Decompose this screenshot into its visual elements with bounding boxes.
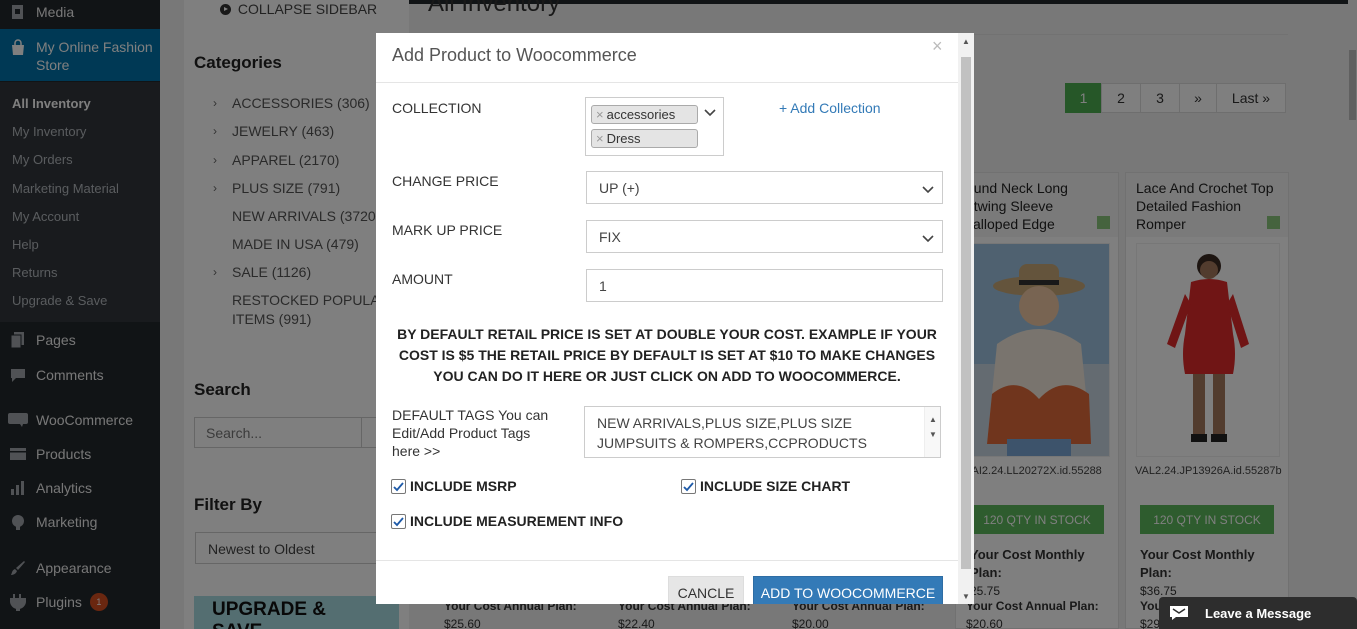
- change-price-value: UP (+): [599, 180, 640, 196]
- close-icon[interactable]: ×: [932, 36, 943, 57]
- scroll-down-icon[interactable]: ▼: [962, 592, 970, 601]
- checkbox-checked-icon: [681, 478, 696, 494]
- modal-header-divider: [376, 82, 958, 83]
- remove-tag-icon[interactable]: ×: [596, 107, 604, 122]
- remove-tag-icon[interactable]: ×: [596, 131, 604, 146]
- default-tags-textarea[interactable]: NEW ARRIVALS,PLUS SIZE,PLUS SIZE JUMPSUI…: [584, 406, 941, 458]
- chevron-down-icon: [922, 230, 934, 243]
- modal-scrollbar[interactable]: ▲ ▼: [958, 33, 974, 604]
- add-product-modal: Add Product to Woocommerce × COLLECTION …: [376, 33, 974, 604]
- amount-input[interactable]: 1: [586, 269, 943, 302]
- modal-footer-divider: [376, 560, 958, 561]
- chat-bubble-icon: [1169, 605, 1189, 621]
- change-price-label: CHANGE PRICE: [392, 173, 499, 189]
- collection-tag-label: accessories: [606, 107, 676, 122]
- default-tags-value: NEW ARRIVALS,PLUS SIZE,PLUS SIZE JUMPSUI…: [597, 415, 867, 451]
- include-measurement-checkbox[interactable]: INCLUDE MEASUREMENT INFO: [391, 513, 623, 529]
- modal-title: Add Product to Woocommerce: [392, 45, 637, 65]
- collection-label: COLLECTION: [392, 100, 482, 116]
- collection-tag: × accessories: [591, 105, 698, 124]
- chevron-down-icon: [922, 181, 934, 194]
- include-size-chart-checkbox[interactable]: INCLUDE SIZE CHART: [681, 478, 850, 494]
- scroll-up-icon[interactable]: ▲: [962, 37, 970, 46]
- default-tags-label: DEFAULT TAGS You can Edit/Add Product Ta…: [392, 407, 549, 459]
- chat-label: Leave a Message: [1205, 605, 1312, 621]
- markup-price-label: MARK UP PRICE: [392, 222, 503, 238]
- amount-label: AMOUNT: [392, 271, 453, 287]
- change-price-select[interactable]: UP (+): [586, 171, 943, 204]
- markup-price-value: FIX: [599, 229, 621, 245]
- checkbox-checked-icon: [391, 478, 406, 494]
- markup-price-select[interactable]: FIX: [586, 220, 943, 253]
- cancel-button[interactable]: CANCLE: [668, 576, 744, 604]
- include-msrp-checkbox[interactable]: INCLUDE MSRP: [391, 478, 517, 494]
- modal-scrollbar-thumb[interactable]: [961, 57, 971, 569]
- include-msrp-label: INCLUDE MSRP: [410, 478, 517, 494]
- chevron-down-icon[interactable]: [704, 106, 716, 120]
- add-to-woocommerce-button[interactable]: ADD TO WOOCOMMERCE: [753, 576, 943, 604]
- checkbox-checked-icon: [391, 513, 406, 529]
- chat-widget[interactable]: Leave a Message: [1159, 597, 1357, 629]
- scroll-down-icon[interactable]: ▼: [929, 425, 937, 445]
- pricing-notice: BY DEFAULT RETAIL PRICE IS SET AT DOUBLE…: [397, 326, 937, 384]
- collection-tag-label: Dress: [606, 131, 641, 146]
- include-measurement-label: INCLUDE MEASUREMENT INFO: [410, 513, 624, 529]
- add-collection-link[interactable]: + Add Collection: [779, 100, 881, 116]
- collection-select[interactable]: × accessories × Dress: [585, 97, 724, 156]
- textarea-scrollbar[interactable]: ▲ ▼: [924, 407, 940, 457]
- collection-tag: × Dress: [591, 129, 698, 148]
- include-size-chart-label: INCLUDE SIZE CHART: [700, 478, 851, 494]
